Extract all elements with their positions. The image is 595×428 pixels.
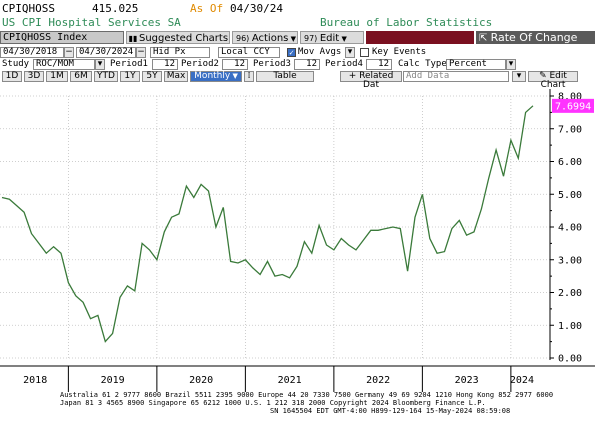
y-tick-label: 2.00 — [558, 288, 582, 299]
range-row: 1D 3D 1M 6M YTD 1Y 5Y Max Monthly ▼ ⁞ Ta… — [0, 70, 595, 90]
calc-type-select[interactable]: Percent — [446, 59, 506, 70]
mov-avgs-dropdown[interactable]: ▾ — [345, 47, 355, 58]
x-tick-label: 2023 — [455, 375, 479, 386]
calc-type-label: Calc Type — [398, 59, 447, 69]
plus-icon: + — [348, 71, 357, 81]
rate-of-change-button[interactable]: ⇱ Rate Of Change — [476, 31, 595, 44]
x-tick-label: 2022 — [366, 375, 390, 386]
x-tick-label: 2019 — [101, 375, 125, 386]
range-1m[interactable]: 1M — [46, 71, 68, 82]
calc-type-dropdown[interactable]: ▾ — [506, 59, 516, 70]
frequency-select[interactable]: Monthly ▼ — [190, 71, 242, 82]
y-tick-label: 4.00 — [558, 223, 582, 234]
range-5y[interactable]: 5Y — [142, 71, 162, 82]
mov-avgs-label: Mov Avgs — [298, 47, 342, 57]
ticker: CPIQHOSS — [2, 2, 55, 15]
as-of-label: As Of — [190, 2, 224, 15]
key-events-label: Key Events — [372, 47, 427, 57]
edit-chart-button[interactable]: ✎ Edit Chart — [528, 71, 578, 90]
study-row: Study ROC/MOM ▾ Period1 12 Period2 12 Pe… — [0, 58, 595, 70]
header-line-2: US CPI Hospital Services SA Bureau of La… — [0, 16, 595, 30]
suggested-charts-button[interactable]: ▮▮ Suggested Charts — [126, 31, 230, 44]
y-tick-label: 0.00 — [558, 354, 582, 365]
actions-button[interactable]: 96) Actions ▼ — [232, 31, 298, 44]
range-1d[interactable]: 1D — [2, 71, 22, 82]
range-max[interactable]: Max — [164, 71, 188, 82]
end-date-field[interactable]: 04/30/2024 — [76, 47, 136, 58]
y-tick-label: 1.00 — [558, 321, 582, 332]
chevron-down-icon: ▼ — [230, 72, 238, 80]
series-line — [1, 105, 534, 343]
security-field[interactable]: CPIQHOSS Index — [0, 31, 124, 44]
add-data-field[interactable]: Add Data — [403, 71, 509, 82]
toolbar: CPIQHOSS Index ▮▮ Suggested Charts 96) Ac… — [0, 30, 595, 45]
study-select[interactable]: ROC/MOM — [33, 59, 95, 70]
series-layer — [1, 105, 534, 343]
suggested-charts-icon: ▮▮ — [128, 34, 138, 43]
period3-label: Period3 — [253, 59, 291, 69]
line-chart: 0.001.002.003.004.005.006.007.008.00 201… — [0, 89, 595, 392]
mov-avgs-checkbox[interactable]: ✓ — [287, 48, 296, 57]
period2-label: Period2 — [181, 59, 219, 69]
price-field-select[interactable]: Hid Px — [150, 47, 210, 58]
x-axis: 2018 2019 2020 2021 2022 2023 2024 — [0, 365, 595, 392]
x-tick-label: 2021 — [278, 375, 302, 386]
start-date-field[interactable]: 04/30/2018 — [0, 47, 64, 58]
edit-icon: 97) — [304, 34, 320, 43]
range-3d[interactable]: 3D — [24, 71, 44, 82]
edit-button[interactable]: 97) Edit ▼ — [300, 31, 364, 44]
x-tick-label: 2020 — [189, 375, 213, 386]
actions-icon: 96) — [236, 34, 252, 43]
study-dropdown[interactable]: ▾ — [95, 59, 105, 70]
chevron-down-icon: ▼ — [339, 35, 347, 43]
period1-field[interactable]: 12 — [152, 59, 178, 70]
period3-field[interactable]: 12 — [294, 59, 320, 70]
range-6m[interactable]: 6M — [70, 71, 92, 82]
currency-select[interactable]: Local CCY — [218, 47, 280, 58]
chart-grid — [0, 95, 550, 359]
x-tick-label: 2018 — [23, 375, 47, 386]
period4-label: Period4 — [325, 59, 363, 69]
period2-field[interactable]: 12 — [222, 59, 248, 70]
y-tick-label: 7.00 — [558, 124, 582, 135]
data-source: Bureau of Labor Statistics — [320, 16, 493, 29]
footer-line-3: SN 1645504 EDT GMT-4:00 H899-129-164 15-… — [270, 407, 511, 415]
period1-label: Period1 — [110, 59, 148, 69]
footer: Australia 61 2 9777 8600 Brazil 5511 239… — [0, 391, 595, 428]
x-tick-label: 2024 — [510, 375, 534, 386]
chevron-down-icon: ▼ — [288, 35, 296, 43]
last-value-text: 7.6994 — [555, 101, 591, 112]
y-tick-label: 5.00 — [558, 190, 582, 201]
study-label: Study — [2, 59, 30, 69]
export-icon: ⇱ — [479, 33, 491, 44]
date-range-row: 04/30/2018 − 04/30/2024 − Hid Px Local C… — [0, 46, 595, 58]
security-description: US CPI Hospital Services SA — [2, 16, 181, 29]
toolbar-spacer — [366, 31, 474, 44]
range-1y[interactable]: 1Y — [120, 71, 140, 82]
as-of-date: 04/30/24 — [230, 2, 283, 15]
start-date-picker[interactable]: − — [64, 47, 74, 58]
last-value-label: 7.6994 — [552, 98, 594, 113]
chart-type-icon[interactable]: ⁞ — [244, 71, 254, 82]
key-events-checkbox[interactable] — [360, 48, 369, 57]
related-data-button[interactable]: + Related Dat — [340, 71, 402, 90]
y-tick-label: 3.00 — [558, 255, 582, 266]
range-ytd[interactable]: YTD — [94, 71, 118, 82]
table-button[interactable]: Table — [256, 71, 314, 82]
header-line-1: CPIQHOSS 415.025 As Of 04/30/24 — [0, 0, 595, 16]
period4-field[interactable]: 12 — [366, 59, 392, 70]
y-axis: 0.001.002.003.004.005.006.007.008.00 — [549, 89, 582, 365]
y-tick-label: 6.00 — [558, 157, 582, 168]
end-date-picker[interactable]: − — [136, 47, 146, 58]
settings-icon[interactable]: ▾ — [512, 71, 526, 82]
last-value: 415.025 — [92, 2, 139, 15]
